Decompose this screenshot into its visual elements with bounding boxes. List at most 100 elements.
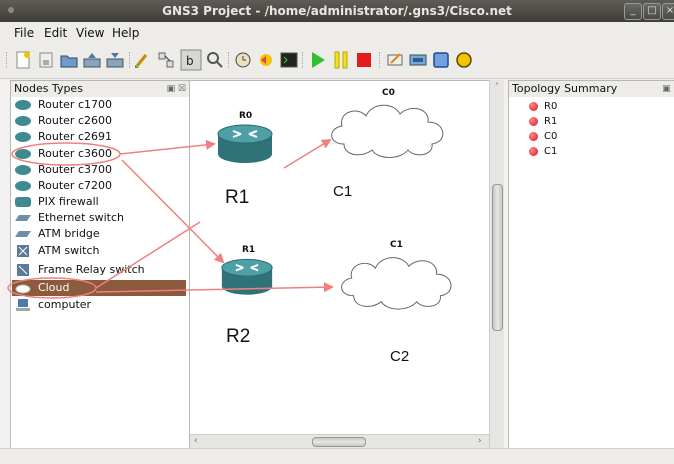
topology-panel-header: Topology Summary ▣ ( — [509, 81, 674, 97]
router-icon — [15, 100, 31, 110]
bridge-icon — [15, 231, 31, 237]
status-led-icon — [529, 117, 538, 126]
scroll-left-icon[interactable]: ‹ — [194, 436, 198, 446]
menu-help[interactable]: Help — [112, 26, 139, 40]
brush-icon[interactable] — [134, 51, 152, 69]
snapshot-icon[interactable] — [157, 51, 175, 69]
router-icon — [15, 165, 31, 175]
panel-float-close-icons[interactable]: ▣ ☒ — [167, 81, 186, 97]
node-item-pix-firewall[interactable]: PIX firewall — [12, 194, 186, 210]
vertical-scroll-thumb[interactable] — [492, 184, 503, 331]
cloud-c1-icon[interactable] — [334, 250, 460, 314]
node-item-label: Frame Relay switch — [38, 263, 145, 276]
node-item-frame-relay-switch[interactable]: Frame Relay switch — [12, 262, 186, 278]
node-item-router-c7200[interactable]: Router c7200 — [12, 178, 186, 194]
computer-icon — [16, 299, 30, 311]
annotation-c1: C1 — [333, 183, 353, 200]
node-item-label: ATM switch — [38, 244, 100, 257]
toolbar-separator — [6, 52, 9, 68]
toolbar-separator — [302, 52, 305, 68]
router-r0-label: R0 — [239, 111, 253, 121]
toolbar-separator — [379, 52, 382, 68]
open-icon[interactable] — [60, 51, 78, 69]
toolbar-separator — [228, 52, 231, 68]
stop-icon[interactable] — [355, 51, 373, 69]
node-item-label: Router c1700 — [38, 98, 112, 111]
node-item-label: Cloud — [38, 281, 70, 294]
nodes-panel-header: Nodes Types ▣ ☒ — [11, 81, 189, 97]
menu-bar: File Edit View Help — [0, 22, 674, 42]
close-button[interactable]: × — [662, 3, 674, 20]
node-item-router-c2691[interactable]: Router c2691 — [12, 129, 186, 145]
svg-text:b: b — [186, 54, 194, 68]
node-item-label: Router c7200 — [38, 179, 112, 192]
topology-summary-panel: Topology Summary ▣ ( R0 R1 C0 C1 — [508, 80, 674, 450]
topology-panel-title: Topology Summary — [512, 82, 618, 95]
node-item-router-c1700[interactable]: Router c1700 — [12, 97, 186, 113]
node-item-computer[interactable]: computer — [12, 297, 186, 313]
picture-icon[interactable] — [409, 51, 427, 69]
node-item-atm-switch[interactable]: ATM switch — [12, 243, 186, 259]
clock-icon[interactable] — [234, 51, 252, 69]
cloud-c1-label: C1 — [390, 240, 403, 250]
router-icon — [15, 132, 31, 142]
new-project-icon[interactable] — [14, 51, 32, 69]
node-item-label: PIX firewall — [38, 195, 99, 208]
router-r1-icon[interactable] — [220, 258, 274, 296]
topology-item-label: C0 — [544, 131, 558, 142]
scroll-up-icon[interactable]: ˄ — [491, 82, 503, 92]
title-bar: GNS3 Project - /home/administrator/.gns3… — [0, 0, 674, 22]
node-item-label: Ethernet switch — [38, 211, 124, 224]
menu-view[interactable]: View — [76, 26, 104, 40]
switch-icon — [15, 215, 31, 221]
node-item-router-c3700[interactable]: Router c3700 — [12, 162, 186, 178]
window-title: GNS3 Project - /home/administrator/.gns3… — [162, 4, 512, 18]
text-icon[interactable]: b — [180, 49, 202, 71]
export-icon[interactable] — [106, 51, 124, 69]
note-icon[interactable] — [386, 51, 404, 69]
frame-relay-icon — [17, 264, 29, 276]
panel-float-icon[interactable]: ▣ ( — [662, 81, 674, 97]
node-item-atm-bridge[interactable]: ATM bridge — [12, 226, 186, 242]
nodes-panel-title: Nodes Types — [14, 82, 83, 95]
maximize-button[interactable]: □ — [643, 3, 661, 20]
canvas-vertical-scrollbar[interactable]: ˄ — [489, 80, 504, 448]
cloud-c0-icon[interactable] — [324, 98, 452, 162]
import-icon[interactable] — [83, 51, 101, 69]
canvas-horizontal-scrollbar[interactable]: ‹ › — [190, 434, 489, 449]
topology-item-label: R1 — [544, 116, 558, 127]
annotation-r2: R2 — [226, 326, 251, 347]
atm-switch-icon — [17, 245, 29, 257]
node-item-label: Router c3600 — [38, 147, 112, 160]
search-icon[interactable] — [206, 51, 224, 69]
firewall-icon — [15, 197, 31, 207]
status-led-icon — [529, 147, 538, 156]
node-item-cloud[interactable]: Cloud — [12, 280, 186, 296]
ellipse-icon[interactable] — [455, 51, 473, 69]
node-item-label: Router c2600 — [38, 114, 112, 127]
node-item-router-c2600[interactable]: Router c2600 — [12, 113, 186, 129]
minimize-button[interactable]: _ — [624, 3, 642, 20]
scroll-right-icon[interactable]: › — [478, 436, 482, 446]
router-icon — [15, 181, 31, 191]
console-icon[interactable] — [280, 51, 298, 69]
status-led-icon — [529, 102, 538, 111]
topology-item-label: R0 — [544, 101, 558, 112]
node-item-router-c3600[interactable]: Router c3600 — [12, 146, 186, 162]
node-item-label: Router c3700 — [38, 163, 112, 176]
status-led-icon — [529, 132, 538, 141]
pause-icon[interactable] — [332, 51, 350, 69]
undo-icon[interactable] — [257, 51, 275, 69]
toolbar-separator — [129, 52, 132, 68]
router-r0-icon[interactable] — [216, 124, 274, 164]
menu-file[interactable]: File — [14, 26, 34, 40]
menu-edit[interactable]: Edit — [44, 26, 67, 40]
toolbar: b — [0, 42, 674, 79]
annotation-r1: R1 — [225, 187, 250, 208]
horizontal-scroll-thumb[interactable] — [312, 437, 366, 447]
rectangle-icon[interactable] — [432, 51, 450, 69]
status-bar — [0, 448, 674, 464]
start-icon[interactable] — [309, 51, 327, 69]
node-item-ethernet-switch[interactable]: Ethernet switch — [12, 210, 186, 226]
save-icon[interactable] — [37, 51, 55, 69]
